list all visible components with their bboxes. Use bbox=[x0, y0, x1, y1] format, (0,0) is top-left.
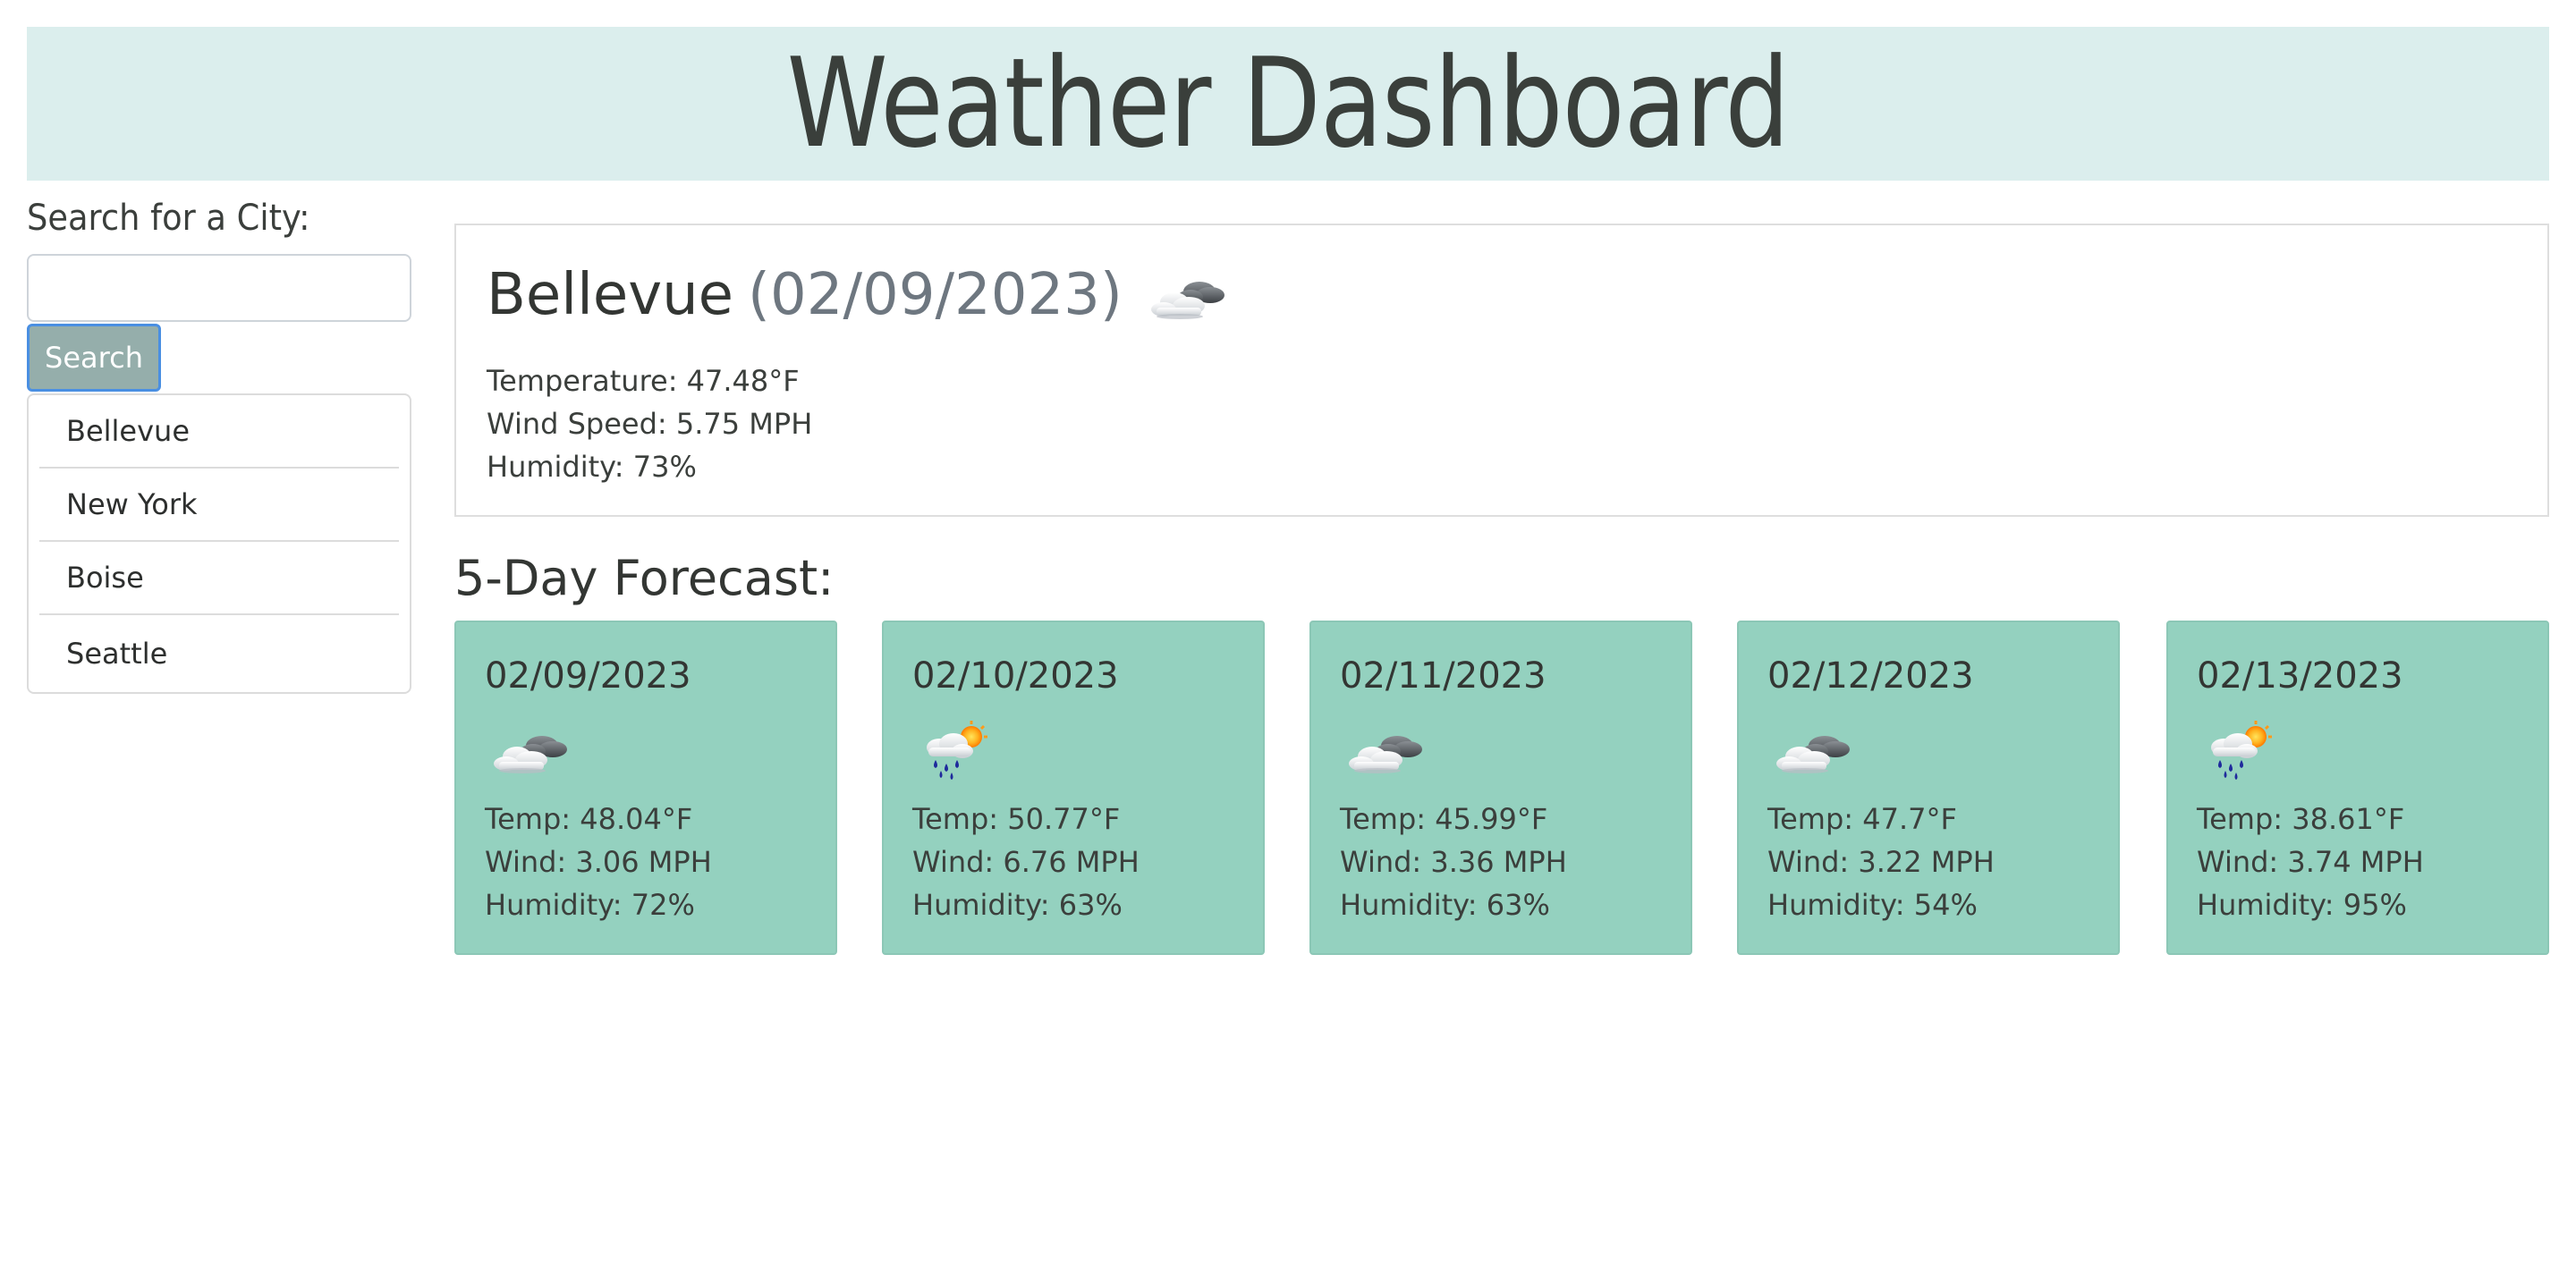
forecast-temp: Temp: 50.77°F bbox=[912, 802, 1121, 836]
cloudy-icon bbox=[1343, 717, 1429, 781]
city-history-item[interactable]: Boise bbox=[39, 542, 399, 615]
forecast-card: 02/12/2023 Temp: 47.7°F Wind: 3.22 MPH H… bbox=[1737, 621, 2120, 955]
cloudy-icon bbox=[488, 717, 574, 781]
city-history-item[interactable]: Bellevue bbox=[39, 395, 399, 469]
forecast-humidity: Humidity: 95% bbox=[2197, 888, 2407, 922]
current-weather-title: Bellevue (02/09/2023) bbox=[487, 259, 1232, 331]
current-weather-panel: Bellevue (02/09/2023) Temperature: 47.48… bbox=[454, 224, 2549, 517]
forecast-cards: 02/09/2023 Temp: 48.04°F Wind: 3.06 MPH … bbox=[454, 621, 2549, 957]
forecast-stats: Temp: 50.77°F Wind: 6.76 MPH Humidity: 6… bbox=[912, 798, 1140, 926]
search-sidebar: Search for a City: Search Bellevue New Y… bbox=[27, 193, 411, 694]
city-search-input[interactable] bbox=[27, 254, 411, 322]
forecast-humidity: Humidity: 63% bbox=[912, 888, 1123, 922]
current-city-name: Bellevue bbox=[487, 262, 734, 328]
forecast-date: 02/11/2023 bbox=[1340, 655, 1546, 697]
search-label: Search for a City: bbox=[27, 198, 310, 239]
forecast-heading: 5-Day Forecast: bbox=[454, 550, 835, 606]
rain-sun-icon bbox=[916, 717, 1002, 781]
forecast-card: 02/10/2023 Temp: 50.77°F Wind: 6.76 MPH … bbox=[882, 621, 1265, 955]
forecast-date: 02/12/2023 bbox=[1767, 655, 1974, 697]
forecast-wind: Wind: 6.76 MPH bbox=[912, 845, 1140, 879]
forecast-date: 02/09/2023 bbox=[485, 655, 691, 697]
forecast-wind: Wind: 3.36 MPH bbox=[1340, 845, 1567, 879]
forecast-stats: Temp: 47.7°F Wind: 3.22 MPH Humidity: 54… bbox=[1767, 798, 1995, 926]
page-title: Weather Dashboard bbox=[786, 31, 1790, 175]
forecast-humidity: Humidity: 72% bbox=[485, 888, 695, 922]
city-history-item[interactable]: New York bbox=[39, 469, 399, 542]
city-history-item[interactable]: Seattle bbox=[39, 615, 399, 692]
forecast-date: 02/10/2023 bbox=[912, 655, 1119, 697]
forecast-card: 02/13/2023 Temp: 38.61°F Wind: 3.74 MPH … bbox=[2166, 621, 2549, 955]
forecast-temp: Temp: 45.99°F bbox=[1340, 802, 1548, 836]
forecast-wind: Wind: 3.74 MPH bbox=[2197, 845, 2424, 879]
forecast-wind: Wind: 3.22 MPH bbox=[1767, 845, 1995, 879]
cloudy-icon bbox=[1146, 266, 1232, 324]
forecast-wind: Wind: 3.06 MPH bbox=[485, 845, 712, 879]
current-wind-speed: Wind Speed: 5.75 MPH bbox=[487, 407, 813, 441]
forecast-card: 02/09/2023 Temp: 48.04°F Wind: 3.06 MPH … bbox=[454, 621, 837, 955]
forecast-card: 02/11/2023 Temp: 45.99°F Wind: 3.36 MPH … bbox=[1309, 621, 1692, 955]
page-header: Weather Dashboard bbox=[27, 27, 2549, 181]
rain-sun-icon bbox=[2200, 717, 2286, 781]
forecast-stats: Temp: 38.61°F Wind: 3.74 MPH Humidity: 9… bbox=[2197, 798, 2424, 926]
forecast-temp: Temp: 47.7°F bbox=[1767, 802, 1957, 836]
forecast-humidity: Humidity: 54% bbox=[1767, 888, 1978, 922]
current-weather-stats: Temperature: 47.48°F Wind Speed: 5.75 MP… bbox=[487, 359, 812, 488]
search-history-list: Bellevue New York Boise Seattle bbox=[27, 393, 411, 694]
forecast-humidity: Humidity: 63% bbox=[1340, 888, 1550, 922]
forecast-stats: Temp: 48.04°F Wind: 3.06 MPH Humidity: 7… bbox=[485, 798, 712, 926]
cloudy-icon bbox=[1771, 717, 1857, 781]
forecast-stats: Temp: 45.99°F Wind: 3.36 MPH Humidity: 6… bbox=[1340, 798, 1567, 926]
search-button[interactable]: Search bbox=[27, 324, 161, 392]
current-temperature: Temperature: 47.48°F bbox=[487, 364, 800, 398]
current-date: (02/09/2023) bbox=[748, 262, 1123, 328]
forecast-date: 02/13/2023 bbox=[2197, 655, 2403, 697]
forecast-temp: Temp: 38.61°F bbox=[2197, 802, 2405, 836]
current-humidity: Humidity: 73% bbox=[487, 450, 697, 484]
forecast-temp: Temp: 48.04°F bbox=[485, 802, 693, 836]
